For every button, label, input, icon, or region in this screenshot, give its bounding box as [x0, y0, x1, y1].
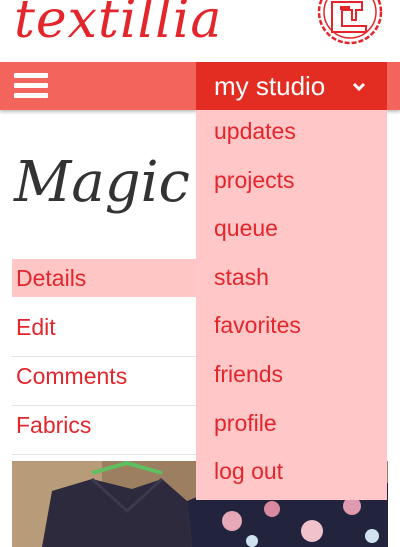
tab-label: Details — [16, 265, 87, 291]
menu-item-label: friends — [214, 360, 284, 387]
menu-item-stash[interactable]: stash — [196, 256, 387, 305]
project-tabs: Details Edit Comments Fabrics — [12, 259, 198, 455]
menu-item-queue[interactable]: queue — [196, 207, 387, 256]
menu-item-profile[interactable]: profile — [196, 402, 387, 451]
my-studio-button[interactable]: my studio — [196, 62, 387, 110]
my-studio-dropdown: updates projects queue stash favorites f… — [196, 110, 387, 500]
menu-item-label: stash — [214, 263, 269, 290]
menu-item-label: favorites — [214, 312, 301, 339]
chevron-down-icon — [352, 82, 366, 92]
tab-label: Fabrics — [16, 412, 92, 438]
tab-fabrics[interactable]: Fabrics — [12, 406, 198, 455]
main-navbar: my studio — [0, 62, 400, 110]
menu-item-projects[interactable]: projects — [196, 159, 387, 208]
logo[interactable]: textillia — [14, 0, 222, 50]
menu-item-log-out[interactable]: log out — [196, 450, 387, 499]
menu-item-updates[interactable]: updates — [196, 110, 387, 159]
menu-item-label: log out — [214, 458, 284, 485]
tab-label: Edit — [16, 314, 56, 340]
hamburger-icon[interactable] — [14, 73, 48, 99]
tab-details[interactable]: Details — [12, 259, 198, 297]
menu-item-label: projects — [214, 166, 295, 193]
tab-label: Comments — [16, 363, 128, 389]
menu-item-label: queue — [214, 215, 278, 242]
tab-comments[interactable]: Comments — [12, 357, 198, 406]
my-studio-label: my studio — [214, 71, 326, 101]
menu-item-label: updates — [214, 118, 296, 144]
menu-item-label: profile — [214, 409, 277, 436]
tab-edit[interactable]: Edit — [12, 308, 198, 357]
menu-item-friends[interactable]: friends — [196, 353, 387, 402]
sewing-machine-icon — [317, 0, 383, 45]
menu-item-favorites[interactable]: favorites — [196, 304, 387, 353]
